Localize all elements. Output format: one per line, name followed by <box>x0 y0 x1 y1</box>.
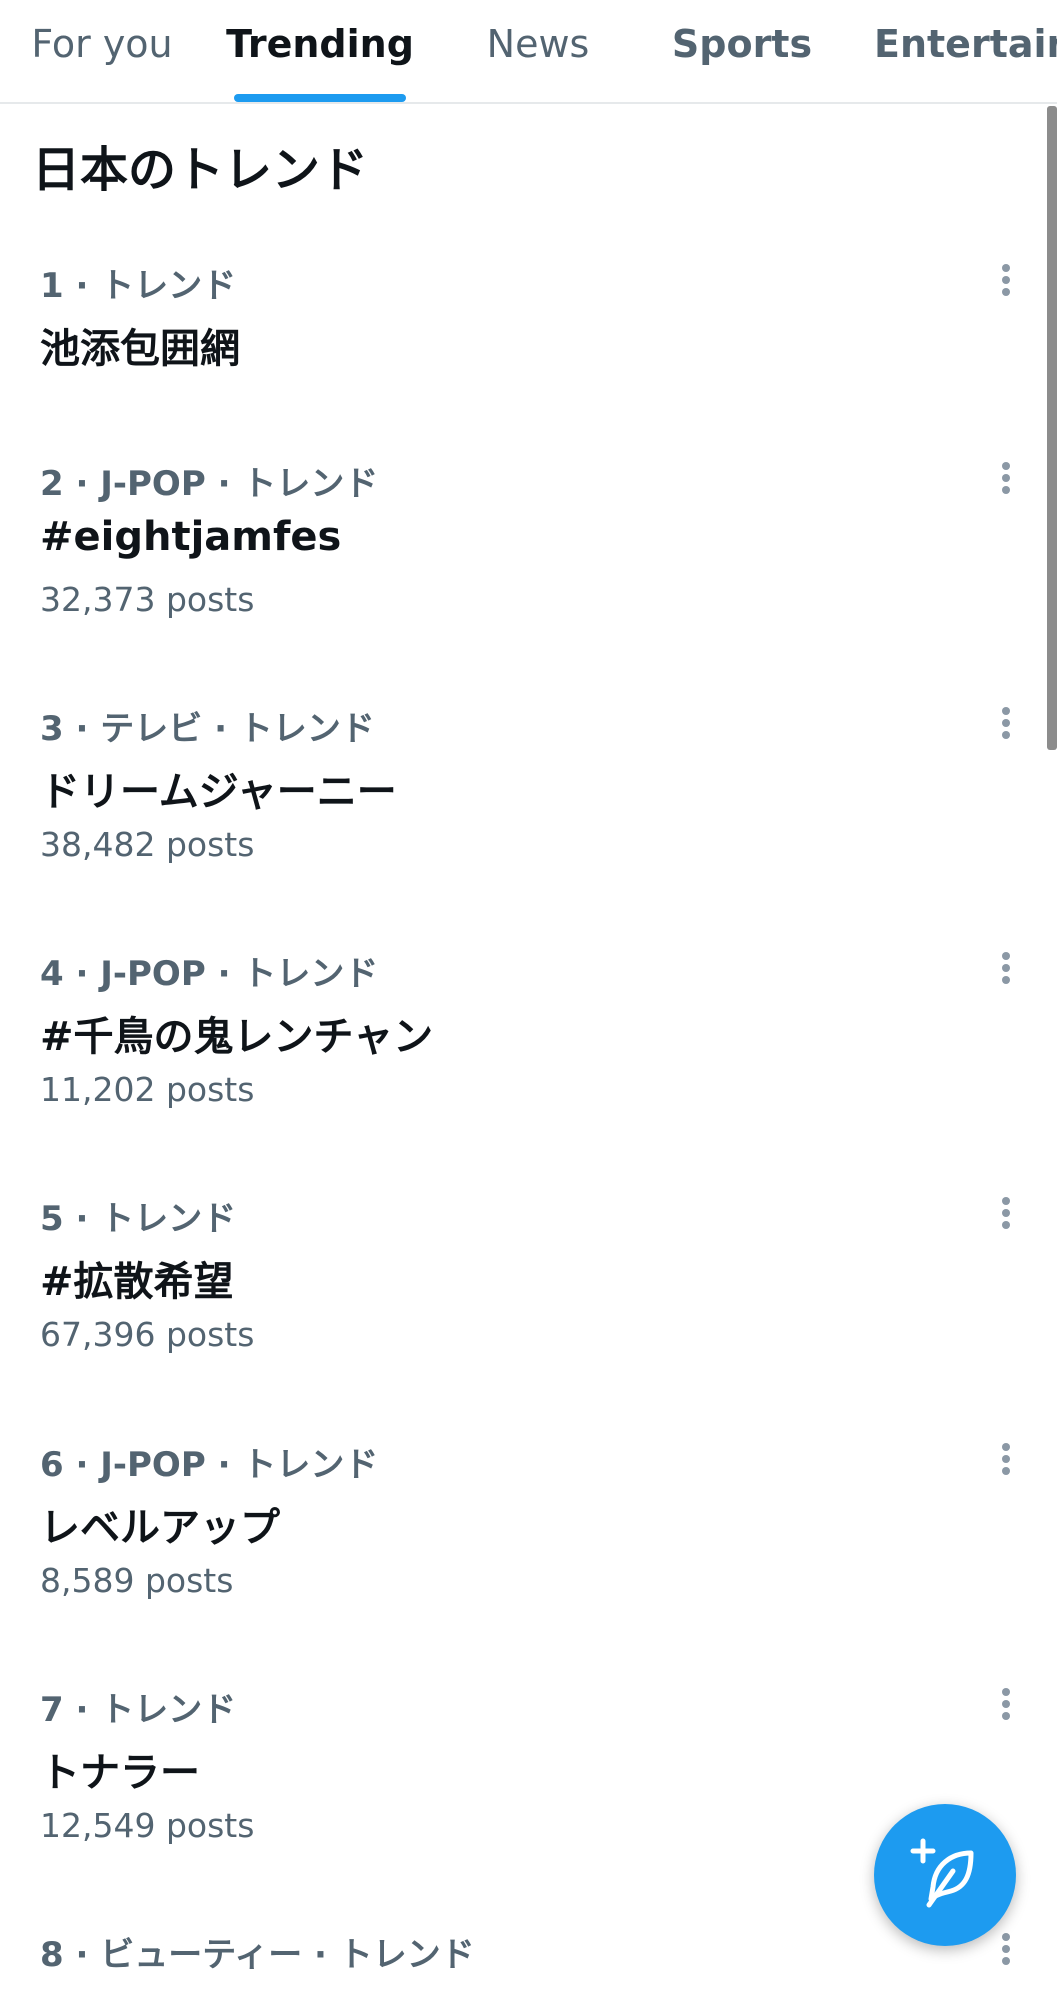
tab-bar: For you Trending News Sports Entertain <box>0 0 1057 104</box>
tab-label: Trending <box>226 22 414 66</box>
trend-post-count: 32,373 posts <box>40 580 255 619</box>
more-vertical-icon <box>1002 264 1010 296</box>
tab-news[interactable]: News <box>470 0 606 104</box>
scrollbar-thumb[interactable] <box>1047 106 1057 750</box>
tab-label: For you <box>31 22 173 66</box>
more-options-button[interactable] <box>986 1682 1026 1730</box>
compose-post-icon <box>910 1838 974 1908</box>
trend-post-count: 38,482 posts <box>40 825 255 864</box>
trend-meta: 8 · ビューティー · トレンド <box>40 1935 475 1975</box>
trending-page: For you Trending News Sports Entertain 日… <box>0 0 1057 2000</box>
more-vertical-icon <box>1002 1197 1010 1229</box>
trend-post-count: 11,202 posts <box>40 1070 255 1109</box>
trend-item[interactable]: 8 · ビューティー · トレンド <box>0 1927 1040 2000</box>
trend-post-count: 67,396 posts <box>40 1315 255 1354</box>
trend-meta: 3 · テレビ · トレンド <box>40 709 375 749</box>
trend-meta: 6 · J-POP · トレンド <box>40 1445 379 1485</box>
more-vertical-icon <box>1002 707 1010 739</box>
more-options-button[interactable] <box>986 1437 1026 1485</box>
trend-name: #千鳥の鬼レンチャン <box>40 1014 434 1060</box>
trend-name: ドリームジャーニー <box>40 769 397 815</box>
tab-label: Sports <box>671 22 813 66</box>
trend-item[interactable]: 6 · J-POP · トレンド レベルアップ 8,589 posts <box>0 1437 1040 1677</box>
trend-meta: 5 · トレンド <box>40 1199 237 1239</box>
more-vertical-icon <box>1002 462 1010 494</box>
section-title: 日本のトレンド <box>32 142 369 198</box>
trend-name: #eightjamfes <box>40 514 342 560</box>
trend-item[interactable]: 4 · J-POP · トレンド #千鳥の鬼レンチャン 11,202 posts <box>0 946 1040 1186</box>
trend-post-count: 8,589 posts <box>40 1561 234 1600</box>
more-options-button[interactable] <box>986 1191 1026 1239</box>
tab-for-you[interactable]: For you <box>24 0 180 104</box>
tab-label: Entertain <box>874 22 1057 66</box>
more-vertical-icon <box>1002 1688 1010 1720</box>
trend-meta: 7 · トレンド <box>40 1690 237 1730</box>
trend-name: レベルアップ <box>40 1505 280 1551</box>
more-options-button[interactable] <box>986 946 1026 994</box>
trend-item[interactable]: 3 · テレビ · トレンド ドリームジャーニー 38,482 posts <box>0 701 1040 941</box>
more-options-button[interactable] <box>986 701 1026 749</box>
trend-post-count: 12,549 posts <box>40 1806 255 1845</box>
compose-post-button[interactable] <box>874 1804 1016 1946</box>
more-vertical-icon <box>1002 1933 1010 1965</box>
trend-meta: 1 · トレンド <box>40 266 237 306</box>
trend-meta: 2 · J-POP · トレンド <box>40 464 379 504</box>
tab-label: News <box>486 22 590 66</box>
trend-item[interactable]: 2 · J-POP · トレンド #eightjamfes 32,373 pos… <box>0 456 1040 696</box>
trend-name: #拡散希望 <box>40 1259 234 1305</box>
active-tab-indicator <box>234 94 406 102</box>
tab-entertainment[interactable]: Entertain <box>874 0 1057 104</box>
more-vertical-icon <box>1002 1443 1010 1475</box>
more-options-button[interactable] <box>986 456 1026 504</box>
more-options-button[interactable] <box>986 258 1026 306</box>
more-options-button[interactable] <box>986 1927 1026 1975</box>
tab-sports[interactable]: Sports <box>660 0 824 104</box>
trend-name: 池添包囲網 <box>40 326 240 372</box>
trend-name: トナラー <box>40 1750 200 1796</box>
trend-meta: 4 · J-POP · トレンド <box>40 954 379 994</box>
trend-item[interactable]: 5 · トレンド #拡散希望 67,396 posts <box>0 1191 1040 1431</box>
tab-trending[interactable]: Trending <box>226 0 414 104</box>
more-vertical-icon <box>1002 952 1010 984</box>
